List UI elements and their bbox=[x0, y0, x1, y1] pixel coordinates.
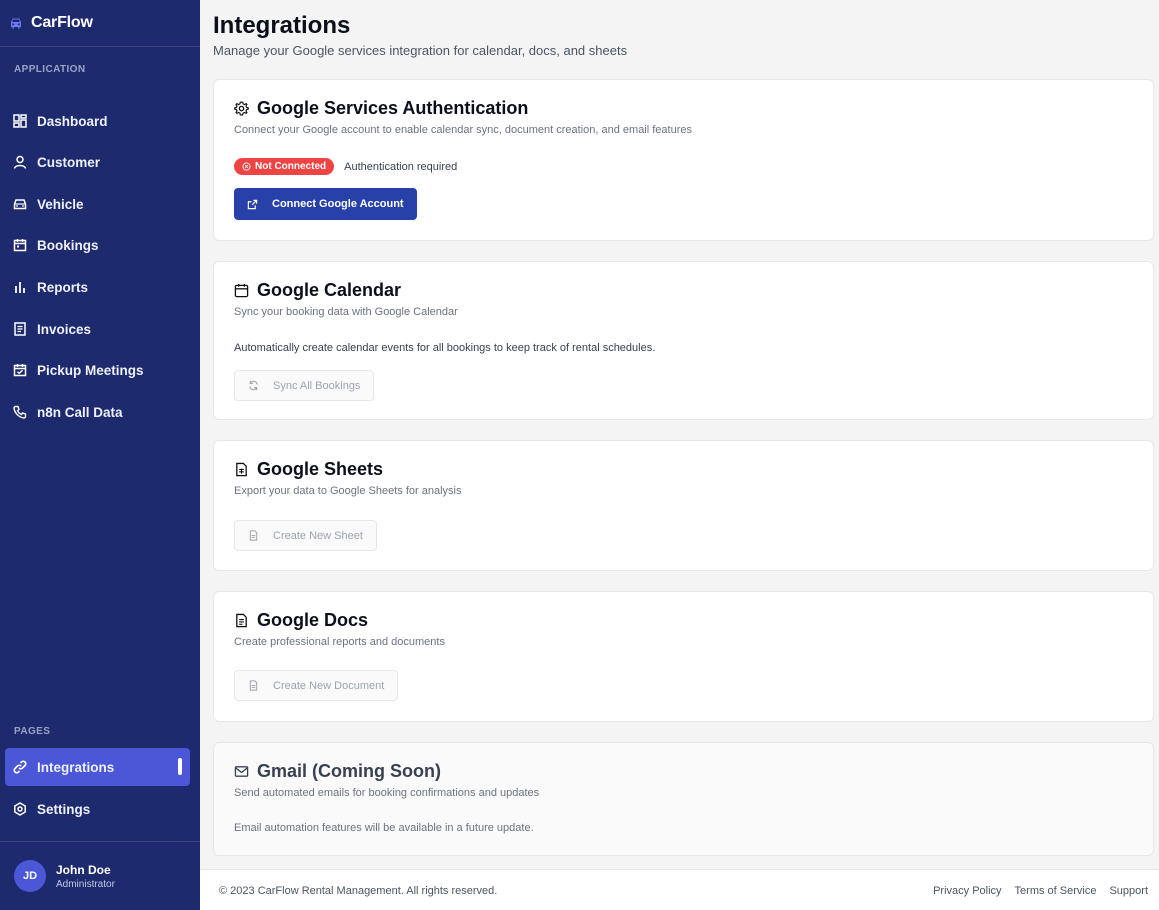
copyright: © 2023 CarFlow Rental Management. All ri… bbox=[219, 885, 498, 897]
support-link[interactable]: Support bbox=[1109, 885, 1148, 897]
user-role: Administrator bbox=[56, 878, 115, 890]
button-label: Connect Google Account bbox=[272, 198, 404, 210]
invoice-icon bbox=[14, 322, 26, 336]
create-new-sheet-button[interactable]: Create New Sheet bbox=[234, 520, 377, 551]
card-title-text: Google Docs bbox=[257, 610, 369, 630]
phone-icon bbox=[13, 405, 27, 419]
status-badge: Not Connected bbox=[234, 158, 335, 175]
sidebar-item-label: n8n Call Data bbox=[37, 404, 123, 420]
sidebar-item-vehicle[interactable]: Vehicle bbox=[5, 185, 190, 223]
button-label: Create New Sheet bbox=[273, 529, 363, 542]
card-title: Google Sheets bbox=[234, 459, 383, 480]
sidebar-item-settings[interactable]: Settings bbox=[5, 790, 190, 828]
privacy-policy-link[interactable]: Privacy Policy bbox=[933, 885, 1001, 897]
terms-of-service-link[interactable]: Terms of Service bbox=[1015, 885, 1097, 897]
sidebar-item-label: Customer bbox=[37, 154, 101, 170]
sidebar-item-label: Dashboard bbox=[37, 113, 108, 129]
connection-status: Not Connected Authentication required bbox=[234, 158, 457, 175]
user-icon bbox=[13, 155, 27, 169]
card-body-text: Automatically create calendar events for… bbox=[234, 342, 656, 354]
card-title: Google Services Authentication bbox=[234, 98, 528, 119]
section-label-pages: PAGES bbox=[14, 726, 51, 737]
external-link-icon bbox=[247, 199, 258, 209]
sidebar-item-label: Pickup Meetings bbox=[37, 362, 144, 378]
main-content: Integrations Manage your Google services… bbox=[200, 0, 1159, 910]
button-label: Create New Document bbox=[273, 679, 385, 692]
card-description: Export your data to Google Sheets for an… bbox=[234, 485, 462, 497]
card-title: Gmail (Coming Soon) bbox=[234, 761, 441, 782]
dashboard-icon bbox=[13, 114, 27, 128]
sidebar-item-dashboard[interactable]: Dashboard bbox=[5, 102, 190, 140]
card-body-text: Email automation features will be availa… bbox=[234, 822, 534, 834]
brand[interactable]: CarFlow bbox=[0, 0, 200, 47]
active-indicator bbox=[178, 758, 182, 775]
sidebar-item-integrations[interactable]: Integrations bbox=[5, 748, 190, 786]
card-description: Connect your Google account to enable ca… bbox=[234, 124, 692, 136]
google-sheets-card: Google Sheets Export your data to Google… bbox=[213, 440, 1154, 571]
card-description: Sync your booking data with Google Calen… bbox=[234, 306, 458, 318]
card-title-text: Gmail (Coming Soon) bbox=[257, 761, 441, 781]
sync-all-bookings-button[interactable]: Sync All Bookings bbox=[234, 370, 375, 401]
google-calendar-card: Google Calendar Sync your booking data w… bbox=[213, 261, 1154, 420]
calendar-icon bbox=[13, 239, 27, 252]
avatar: JD bbox=[14, 860, 46, 892]
status-text: Authentication required bbox=[344, 160, 458, 173]
footer-links: Privacy Policy Terms of Service Support bbox=[933, 885, 1148, 897]
card-title-text: Google Sheets bbox=[257, 459, 384, 479]
document-icon bbox=[249, 680, 258, 691]
sidebar-item-customer[interactable]: Customer bbox=[5, 143, 190, 181]
car-logo-icon bbox=[11, 18, 21, 29]
sidebar-item-n8n-call-data[interactable]: n8n Call Data bbox=[5, 393, 190, 431]
auth-card: Google Services Authentication Connect y… bbox=[213, 79, 1154, 241]
document-icon bbox=[236, 613, 247, 628]
footer: © 2023 CarFlow Rental Management. All ri… bbox=[200, 869, 1159, 910]
sidebar: CarFlow APPLICATION Dashboard Customer V… bbox=[0, 0, 200, 910]
gear-icon bbox=[234, 101, 249, 116]
gmail-card: Gmail (Coming Soon) Send automated email… bbox=[213, 742, 1154, 856]
card-title-text: Google Services Authentication bbox=[257, 98, 529, 118]
brand-name: CarFlow bbox=[31, 14, 93, 31]
car-icon bbox=[13, 199, 27, 210]
section-label-application: APPLICATION bbox=[14, 64, 86, 75]
sidebar-item-bookings[interactable]: Bookings bbox=[5, 226, 190, 264]
link-icon bbox=[13, 760, 27, 774]
page-subtitle: Manage your Google services integration … bbox=[213, 43, 628, 58]
gear-icon bbox=[14, 802, 26, 816]
mail-icon bbox=[234, 766, 249, 777]
sidebar-item-invoices[interactable]: Invoices bbox=[5, 310, 190, 348]
calendar-icon bbox=[234, 283, 249, 298]
sidebar-item-pickup-meetings[interactable]: Pickup Meetings bbox=[5, 351, 190, 389]
sidebar-item-label: Vehicle bbox=[37, 196, 84, 212]
card-title: Google Docs bbox=[234, 610, 368, 631]
sidebar-item-label: Integrations bbox=[37, 759, 115, 775]
bar-chart-icon bbox=[15, 282, 25, 293]
sidebar-item-label: Reports bbox=[37, 279, 89, 295]
sidebar-item-reports[interactable]: Reports bbox=[5, 268, 190, 306]
user-name: John Doe bbox=[56, 862, 111, 877]
card-description: Create professional reports and document… bbox=[234, 636, 445, 648]
x-circle-icon bbox=[242, 162, 251, 171]
refresh-icon bbox=[249, 380, 258, 391]
user-profile[interactable]: JD John Doe Administrator bbox=[0, 841, 200, 910]
spreadsheet-icon bbox=[236, 462, 247, 477]
calendar-check-icon bbox=[13, 364, 27, 377]
page-title: Integrations bbox=[213, 12, 351, 39]
user-info: John Doe Administrator bbox=[56, 863, 115, 890]
connect-google-account-button[interactable]: Connect Google Account bbox=[234, 188, 417, 220]
sidebar-item-label: Bookings bbox=[37, 237, 99, 253]
button-label: Sync All Bookings bbox=[273, 379, 361, 392]
card-title: Google Calendar bbox=[234, 280, 401, 301]
status-badge-label: Not Connected bbox=[255, 161, 327, 172]
sidebar-item-label: Settings bbox=[37, 801, 91, 817]
create-new-document-button[interactable]: Create New Document bbox=[234, 670, 399, 701]
sidebar-item-label: Invoices bbox=[37, 321, 92, 337]
card-description: Send automated emails for booking confir… bbox=[234, 787, 540, 799]
document-icon bbox=[249, 530, 258, 541]
google-docs-card: Google Docs Create professional reports … bbox=[213, 591, 1154, 722]
card-title-text: Google Calendar bbox=[257, 280, 402, 300]
